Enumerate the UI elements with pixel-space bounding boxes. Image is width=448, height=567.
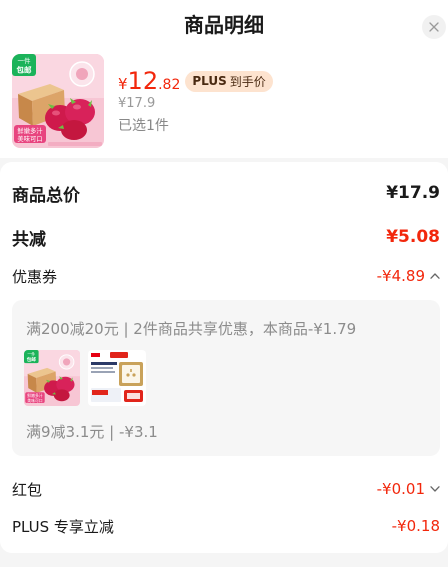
product-header: 商品明细 一件 包邮 鲜嫩多汁 美味可口 ¥ 12 .82 PLUS 到手价 ¥… [0,0,448,158]
product-image: 一件 包邮 鲜嫩多汁 美味可口 [12,54,104,148]
coupon-label: 优惠券 [12,267,58,286]
plus-price-badge: PLUS 到手价 [185,70,273,92]
free-shipping-badge: 一件 包邮 [12,54,36,76]
power-strip-thumbnail [88,350,146,406]
price-currency: ¥ [118,75,128,93]
coupon-detail-text: 满200减20元 | 2件商品共享优惠，本商品-¥1.79 [26,320,357,338]
badge-text: 鲜嫩多汁 [17,126,43,135]
total-discount-row: 共减 ¥5.08 [12,219,440,255]
close-button[interactable] [422,15,446,39]
total-discount-value: ¥5.08 [386,227,440,247]
coupon-row[interactable]: 优惠券 -¥4.89 [12,258,440,294]
red-packet-value-group: -¥0.01 [377,480,440,498]
badge-text: 美味可口 [27,398,43,403]
badge-text: 一件 [18,56,32,65]
badge-text: 包邮 [16,65,32,75]
red-packet-label: 红包 [12,480,43,499]
chevron-down-icon[interactable] [430,486,440,492]
price-decimal: .82 [158,77,181,93]
price-integer: 12 [127,67,159,95]
shared-item-thumbnail: 一件 包邮 鲜嫩多汁 美味可口 [24,350,80,406]
coupon-detail-text: 满9减3.1元 | -¥3.1 [26,423,158,441]
red-packet-value: -¥0.01 [376,480,425,498]
dragon-fruit-image: 一件 包邮 鲜嫩多汁 美味可口 [12,54,104,148]
close-icon [429,22,439,32]
badge-text: 一件 [27,351,35,356]
order-detail-sheet: 商品明细 一件 包邮 鲜嫩多汁 美味可口 ¥ 12 .82 PLUS 到手价 ¥… [0,0,448,567]
dragon-fruit-thumbnail: 一件 包邮 鲜嫩多汁 美味可口 [24,350,80,406]
plus-discount-row: PLUS 专享立减 -¥0.18 [12,508,440,544]
price-row: ¥ 12 .82 PLUS 到手价 [118,67,273,95]
plus-badge-label: 到手价 [229,74,266,89]
plus-discount-value: -¥0.18 [391,517,440,535]
tagline-badge: 鲜嫩多汁 美味可口 [14,125,46,143]
total-price-label: 商品总价 [12,185,80,206]
coupon-value: -¥4.89 [376,267,425,285]
final-price: ¥ 12 .82 [118,67,180,95]
total-discount-label: 共减 [12,229,46,250]
plus-discount-label: PLUS 专享立减 [12,517,114,536]
total-price-value: ¥17.9 [386,183,440,203]
coupon-value-group: -¥4.89 [377,267,440,285]
price-breakdown-card: 商品总价 ¥17.9 共减 ¥5.08 优惠券 -¥4.89 满200减20元 … [0,162,448,553]
chevron-up-icon[interactable] [430,273,440,279]
plus-brand: PLUS [192,74,227,88]
original-price: ¥17.9 [118,96,156,111]
selected-count: 已选1件 [118,118,169,134]
badge-text: 美味可口 [17,134,42,143]
total-price-row: 商品总价 ¥17.9 [12,175,440,211]
brand-logo-icon [69,61,95,87]
red-packet-row[interactable]: 红包 -¥0.01 [12,471,440,507]
coupon-detail-panel: 满200减20元 | 2件商品共享优惠，本商品-¥1.79 一件 包邮 鲜嫩多汁… [12,300,440,456]
shared-item-thumbnail [88,350,146,406]
page-title: 商品明细 [184,13,264,37]
